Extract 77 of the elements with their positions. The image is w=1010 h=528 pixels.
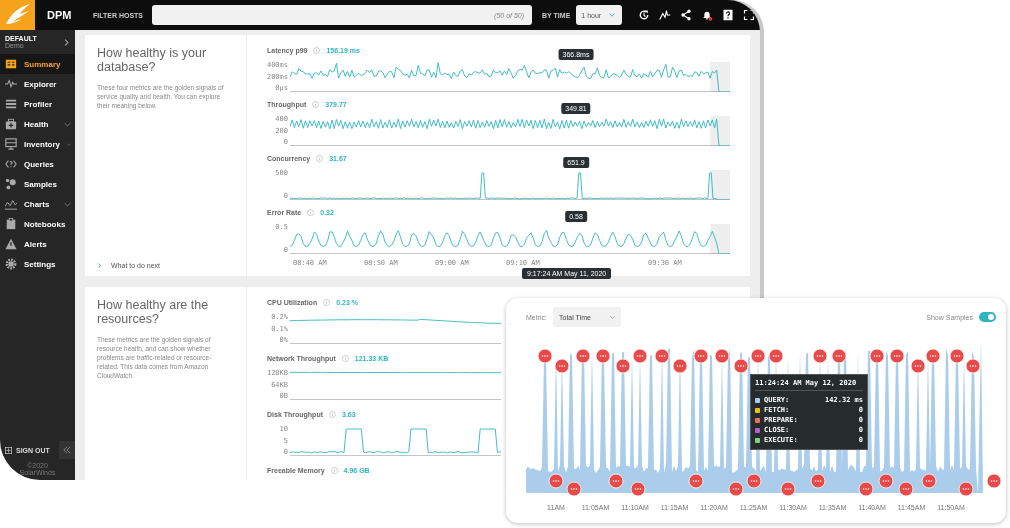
sample-marker[interactable]	[958, 481, 974, 497]
sidebar-item[interactable]: Charts	[0, 194, 75, 214]
health-icon	[5, 118, 17, 130]
caret-icon	[610, 314, 615, 320]
sample-marker[interactable]	[810, 473, 826, 489]
sample-marker[interactable]	[537, 348, 553, 364]
double-chevron-left-icon	[63, 446, 71, 454]
profiler-icon	[5, 98, 17, 110]
help-icon[interactable]	[722, 9, 735, 21]
sample-marker[interactable]	[925, 348, 941, 364]
notebooks-icon	[5, 218, 17, 230]
sidebar-item[interactable]: Alerts	[0, 234, 75, 254]
sample-marker[interactable]	[554, 358, 570, 374]
bell-icon[interactable]	[701, 9, 714, 21]
sidebar-item[interactable]: Settings	[0, 254, 75, 274]
sidebar-item[interactable]: Inventory	[0, 134, 75, 154]
sample-marker[interactable]	[615, 358, 631, 374]
sample-marker[interactable]	[858, 481, 874, 497]
sample-marker[interactable]	[878, 473, 894, 489]
sample-marker[interactable]	[750, 348, 766, 364]
section-title: How healthy are the resources?	[97, 299, 210, 327]
sample-marker[interactable]	[986, 473, 1002, 489]
summary-icon	[5, 58, 17, 70]
chevron-right-icon	[97, 263, 102, 268]
section-title: How healthy is your database?	[97, 47, 208, 75]
sample-marker[interactable]	[575, 348, 591, 364]
settings-icon	[5, 258, 17, 270]
sample-marker[interactable]	[566, 481, 582, 497]
sample-marker[interactable]	[630, 481, 646, 497]
sample-marker[interactable]	[693, 348, 709, 364]
sample-marker[interactable]	[949, 348, 965, 364]
sign-out-icon	[5, 446, 12, 454]
sample-marker[interactable]	[910, 358, 926, 374]
sample-marker[interactable]	[608, 473, 624, 489]
inventory-icon	[5, 138, 17, 150]
sample-marker[interactable]	[965, 358, 981, 374]
sample-marker[interactable]	[869, 348, 885, 364]
chevron-down-icon[interactable]	[64, 200, 71, 208]
sidebar-item[interactable]: Summary	[0, 54, 75, 74]
chevron-down-icon[interactable]	[64, 120, 71, 128]
sample-marker[interactable]	[812, 348, 828, 364]
sample-marker[interactable]	[746, 473, 762, 489]
queries-icon	[5, 158, 17, 170]
chevron-right-icon[interactable]	[63, 38, 70, 46]
samples-icon	[5, 178, 17, 190]
sidebar-item[interactable]: Notebooks	[0, 214, 75, 234]
sample-marker[interactable]	[780, 481, 796, 497]
sidebar-item[interactable]: Samples	[0, 174, 75, 194]
caret-icon	[609, 12, 616, 18]
sidebar-item[interactable]: Profiler	[0, 94, 75, 114]
sample-marker[interactable]	[889, 348, 905, 364]
explorer-icon	[5, 78, 17, 90]
sample-marker[interactable]	[672, 358, 688, 374]
alerts-icon	[5, 238, 17, 250]
chart-line-icon[interactable]	[659, 9, 672, 21]
sample-marker[interactable]	[548, 473, 564, 489]
sample-marker[interactable]	[898, 481, 914, 497]
sample-marker[interactable]	[831, 348, 847, 364]
sample-marker[interactable]	[714, 348, 730, 364]
sample-marker[interactable]	[728, 481, 744, 497]
history-icon[interactable]	[638, 9, 651, 21]
fullscreen-icon[interactable]	[743, 9, 756, 21]
sample-marker[interactable]	[654, 348, 670, 364]
show-samples-toggle[interactable]	[979, 312, 996, 322]
app-name: DPM	[47, 9, 73, 21]
sample-marker[interactable]	[632, 348, 648, 364]
sidebar-item[interactable]: Queries	[0, 154, 75, 174]
sidebar-item[interactable]: Explorer	[0, 74, 75, 94]
sidebar-item[interactable]: Health	[0, 114, 75, 134]
sample-marker[interactable]	[688, 473, 704, 489]
sample-marker[interactable]	[595, 348, 611, 364]
sample-marker[interactable]	[921, 473, 937, 489]
sample-marker[interactable]	[768, 348, 784, 364]
share-icon[interactable]	[680, 9, 693, 21]
sample-marker[interactable]	[733, 358, 749, 374]
collapse-sidebar-button[interactable]	[59, 441, 75, 459]
charts-icon	[5, 198, 17, 210]
